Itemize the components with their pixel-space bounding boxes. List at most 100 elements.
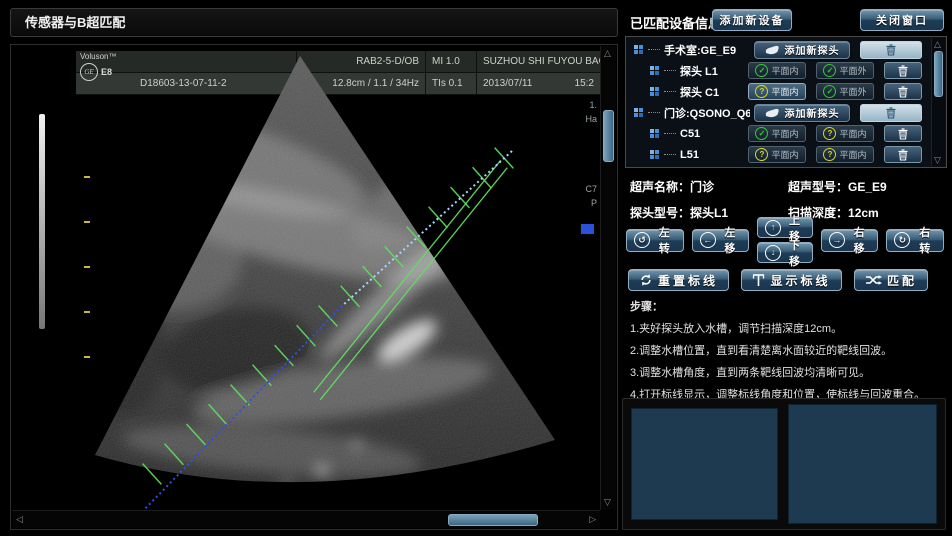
move-down-button[interactable]: ↓ 下移 [757, 242, 813, 263]
arrow-right-icon: → [829, 232, 845, 248]
scroll-up-icon[interactable]: △ [604, 49, 611, 58]
sensor-match-window: 传感器与B超匹配 [0, 0, 952, 536]
tree-row-probe[interactable]: C51✓平面内?平面内 [628, 123, 930, 144]
tree-connector [648, 49, 660, 50]
scroll-down-icon[interactable]: ▽ [934, 156, 941, 165]
badge-label: 平面外 [839, 64, 866, 77]
tree-scrollbar[interactable]: △ ▽ [931, 38, 945, 166]
scroll-up-icon[interactable]: △ [934, 40, 941, 49]
reset-refresh-icon [639, 273, 653, 287]
move-left-button[interactable]: ← 左移 [692, 229, 750, 252]
close-window-button[interactable]: 关闭窗口 [860, 9, 944, 31]
question-status-icon: ? [755, 148, 768, 161]
add-probe-button[interactable]: 添加新探头 [754, 41, 850, 59]
rotate-right-icon: ↻ [894, 232, 910, 248]
badge-label: 平面内 [771, 64, 798, 77]
button-label: 重置标线 [658, 272, 718, 289]
delete-device-button[interactable] [860, 41, 922, 59]
step-item: 1.夹好探头放入水槽，调节扫描深度12cm。 [630, 320, 942, 336]
tree-row-probe[interactable]: L51?平面内?平面内 [628, 144, 930, 165]
button-label: 显示标线 [770, 272, 830, 289]
delete-probe-button[interactable] [884, 146, 922, 163]
rotate-right-button[interactable]: ↻ 右转 [886, 229, 944, 252]
vendor-logo: Voluson™ GE E8 [80, 52, 140, 94]
move-up-button[interactable]: ↑ 上移 [757, 217, 813, 238]
reset-line-button[interactable]: 重置标线 [628, 269, 729, 291]
add-probe-button[interactable]: 添加新探头 [754, 104, 850, 122]
button-label: 下移 [786, 237, 805, 269]
device-tree-rows: 手术室:GE_E9添加新探头探头 L1✓平面内✓平面外探头 C1?平面内✓平面外… [628, 39, 930, 165]
scroll-left-icon[interactable]: ◁ [16, 515, 23, 524]
us-name-label: 超声名称： [630, 180, 690, 194]
tree-node-icon [650, 150, 660, 160]
model-text: E8 [101, 67, 112, 77]
tree-node-label: 门诊:QSONO_Q6 [664, 105, 750, 121]
check-status-icon: ✓ [755, 127, 768, 140]
button-label: 右转 [915, 224, 936, 256]
rotate-left-button[interactable]: ↺ 左转 [626, 229, 684, 252]
check-status-icon: ✓ [823, 85, 836, 98]
tree-row-probe[interactable]: 探头 L1✓平面内✓平面外 [628, 60, 930, 81]
delete-probe-button[interactable] [884, 125, 922, 142]
vertical-scroll-thumb[interactable] [603, 110, 614, 162]
badge-label: 平面内 [839, 148, 866, 161]
us-model-label: 超声型号： [788, 180, 848, 194]
us-model-value: GE_E9 [848, 180, 887, 194]
calibration-status-button[interactable]: ?平面内 [748, 83, 806, 100]
tree-row-probe[interactable]: 探头 C1?平面内 ✓平面外 [628, 81, 930, 102]
delete-device-button[interactable] [860, 104, 922, 122]
button-label: 添加新探头 [785, 42, 840, 57]
calibration-status-button[interactable]: ✓平面外 [816, 83, 874, 100]
question-status-icon: ? [823, 148, 836, 161]
tree-node-label: 探头 C1 [680, 84, 744, 100]
arrow-up-icon: ↑ [765, 220, 781, 236]
tree-node-icon [650, 66, 660, 76]
vertical-scrollbar[interactable]: △ ▽ [600, 46, 616, 510]
tree-row-device[interactable]: 门诊:QSONO_Q6添加新探头 [628, 102, 930, 123]
shuffle-icon [865, 274, 882, 286]
badge-label: 平面内 [771, 85, 798, 98]
scroll-down-icon[interactable]: ▽ [604, 498, 611, 507]
button-label: 左移 [721, 224, 742, 256]
preview-panel-left [631, 408, 778, 520]
delete-probe-button[interactable] [884, 62, 922, 79]
trash-icon [886, 107, 896, 119]
calibration-status-button[interactable]: ✓平面内 [748, 62, 806, 79]
calibration-status-button[interactable]: ✓平面外 [816, 62, 874, 79]
tree-node-label: 手术室:GE_E9 [664, 42, 750, 58]
brand-text: Voluson™ [80, 52, 116, 61]
calibration-status-button[interactable]: ?平面内 [816, 125, 874, 142]
trash-icon [886, 44, 896, 56]
check-status-icon: ✓ [755, 64, 768, 77]
trash-icon [898, 86, 908, 98]
tree-connector [664, 154, 676, 155]
add-device-button[interactable]: 添加新设备 [712, 9, 792, 31]
horizontal-scrollbar[interactable]: ◁ ▷ [12, 510, 600, 528]
badge-label: 平面内 [839, 127, 866, 140]
tree-node-label: C51 [680, 128, 744, 140]
tree-scroll-thumb[interactable] [934, 51, 943, 97]
horizontal-scroll-thumb[interactable] [448, 514, 538, 526]
us-name-value: 门诊 [690, 180, 714, 194]
action-buttons: 重置标线 显示标线 匹配 [628, 269, 928, 291]
scrollbar-corner [600, 511, 616, 528]
calibration-status-button[interactable]: ✓平面内 [748, 125, 806, 142]
step-item: 3.调整水槽角度，直到两条靶线回波均清晰可见。 [630, 364, 942, 380]
calibration-status-button[interactable]: ?平面内 [748, 146, 806, 163]
ultrasound-image: RAB2-5-D/OB MI 1.0 SUZHOU SHI FUYOU BAOJ… [12, 46, 600, 510]
scroll-right-icon[interactable]: ▷ [589, 515, 596, 524]
tree-row-device[interactable]: 手术室:GE_E9 添加新探头 [628, 39, 930, 60]
button-label: 右移 [850, 224, 871, 256]
tree-node-icon [650, 87, 660, 97]
move-right-button[interactable]: → 右移 [821, 229, 879, 252]
button-label: 匹配 [887, 272, 917, 289]
show-line-button[interactable]: 显示标线 [741, 269, 841, 291]
preview-panel-right [788, 404, 937, 524]
delete-probe-button[interactable] [884, 83, 922, 100]
check-status-icon: ✓ [823, 64, 836, 77]
arrow-left-icon: ← [700, 232, 716, 248]
trash-icon [898, 128, 908, 140]
calibration-status-button[interactable]: ?平面内 [816, 146, 874, 163]
match-button[interactable]: 匹配 [854, 269, 928, 291]
probe-icon [765, 108, 780, 118]
